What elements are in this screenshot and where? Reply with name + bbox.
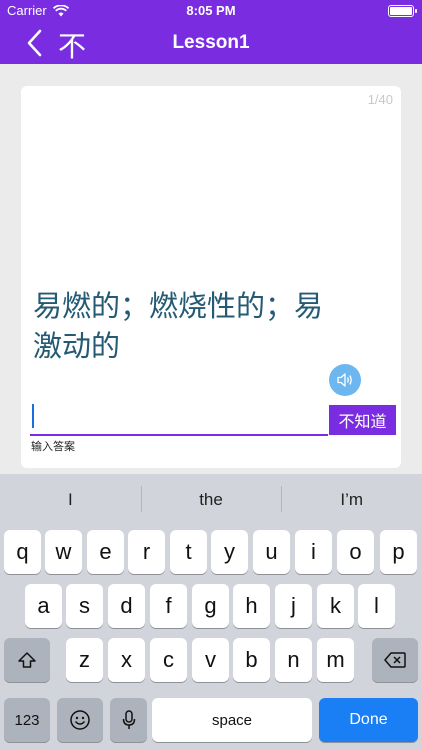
- key-r[interactable]: r: [128, 530, 165, 574]
- key-b[interactable]: b: [233, 638, 270, 682]
- progress-counter: 1/40: [367, 92, 393, 107]
- key-w[interactable]: w: [45, 530, 82, 574]
- key-d[interactable]: d: [108, 584, 145, 628]
- suggestion-bar: I the I’m: [0, 474, 422, 526]
- nav-header: Carrier 8:05 PM 不 Lesson1: [0, 0, 422, 64]
- key-s[interactable]: s: [66, 584, 103, 628]
- backspace-icon: [384, 652, 406, 668]
- key-i[interactable]: i: [295, 530, 332, 574]
- key-m[interactable]: m: [317, 638, 354, 682]
- key-l[interactable]: l: [358, 584, 395, 628]
- key-q[interactable]: q: [4, 530, 41, 574]
- status-time: 8:05 PM: [186, 3, 236, 18]
- key-n[interactable]: n: [275, 638, 312, 682]
- page-title: Lesson1: [172, 32, 250, 53]
- suggestion-1[interactable]: I: [0, 474, 141, 526]
- key-x[interactable]: x: [108, 638, 145, 682]
- play-audio-button[interactable]: [329, 364, 361, 396]
- key-f[interactable]: f: [150, 584, 187, 628]
- keyboard: I the I’m q w e r t y u i o p a s d f g …: [0, 474, 422, 750]
- speaker-icon: [337, 373, 352, 387]
- key-t[interactable]: t: [170, 530, 207, 574]
- numbers-key[interactable]: 123: [4, 698, 50, 742]
- space-key[interactable]: space: [152, 698, 312, 742]
- key-j[interactable]: j: [275, 584, 312, 628]
- question-card: 1/40 易燃的；燃烧性的；易激动的 不知道 输入答案: [21, 86, 401, 468]
- text-caret: [32, 404, 34, 428]
- key-y[interactable]: y: [211, 530, 248, 574]
- key-k[interactable]: k: [317, 584, 354, 628]
- shift-key[interactable]: [4, 638, 50, 682]
- question-text: 易燃的；燃烧性的；易激动的: [33, 289, 324, 363]
- microphone-icon: [122, 710, 135, 729]
- emoji-icon: [70, 710, 90, 730]
- backspace-key[interactable]: [372, 638, 418, 682]
- shift-icon: [18, 652, 36, 668]
- key-z[interactable]: z: [66, 638, 103, 682]
- suggestion-2[interactable]: the: [140, 474, 282, 526]
- key-c[interactable]: c: [150, 638, 187, 682]
- answer-field[interactable]: [30, 396, 328, 436]
- done-key[interactable]: Done: [319, 698, 418, 742]
- dont-know-button[interactable]: 不知道: [329, 405, 396, 435]
- battery-icon: [388, 5, 417, 17]
- suggestion-3[interactable]: I’m: [281, 474, 422, 526]
- answer-hint: 输入答案: [31, 440, 75, 453]
- key-h[interactable]: h: [233, 584, 270, 628]
- key-v[interactable]: v: [192, 638, 229, 682]
- emoji-key[interactable]: [57, 698, 103, 742]
- key-a[interactable]: a: [25, 584, 62, 628]
- answer-input[interactable]: [30, 396, 328, 434]
- dictation-key[interactable]: [110, 698, 147, 742]
- key-u[interactable]: u: [253, 530, 290, 574]
- key-p[interactable]: p: [380, 530, 417, 574]
- status-bar: Carrier 8:05 PM: [0, 0, 422, 20]
- key-o[interactable]: o: [337, 530, 374, 574]
- key-e[interactable]: e: [87, 530, 124, 574]
- key-g[interactable]: g: [192, 584, 229, 628]
